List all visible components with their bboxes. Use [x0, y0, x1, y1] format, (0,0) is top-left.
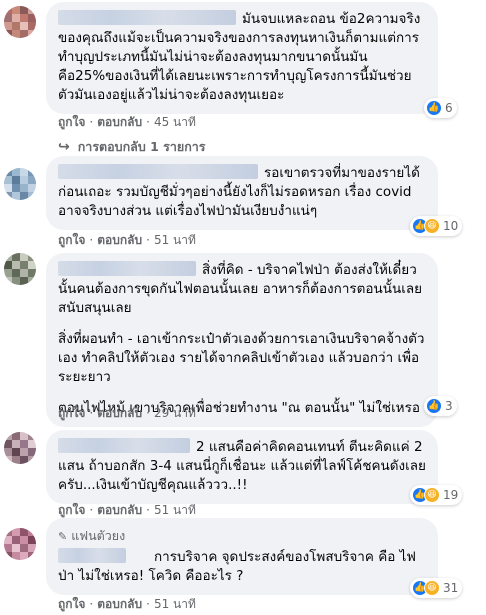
reply-button[interactable]: ตอบกลับ [97, 406, 142, 420]
reply-button[interactable]: ตอบกลับ [97, 597, 142, 611]
badge-icon: ✎ [58, 529, 68, 543]
haha-icon: 😆 [424, 580, 440, 596]
comment-actions: ถูกใจ · ตอบกลับ · 29 นาที [58, 406, 196, 420]
reactions[interactable]: 👍 6 [424, 98, 457, 118]
reaction-count: 6 [445, 101, 453, 115]
author-name[interactable] [58, 164, 258, 179]
reactions[interactable]: 👍 3 [424, 396, 457, 416]
reaction-count: 31 [443, 581, 459, 595]
replies-count-label: การตอบกลับ 1 รายการ [77, 139, 206, 154]
timestamp[interactable]: 51 นาที [154, 503, 196, 517]
comment-paragraph-2: สิ่งที่ผอนทำ - เอาเข้ากระเป๋าตัวเองด้วยก… [58, 331, 425, 385]
timestamp[interactable]: 29 นาที [154, 406, 196, 420]
avatar[interactable] [4, 168, 36, 200]
timestamp[interactable]: 51 นาที [154, 233, 196, 247]
timestamp[interactable]: 51 นาที [154, 597, 196, 611]
reaction-count: 3 [445, 399, 453, 413]
reaction-count: 10 [443, 219, 459, 233]
reply-button[interactable]: ตอบกลับ [97, 503, 142, 517]
timestamp[interactable]: 45 นาที [154, 115, 196, 129]
author-name[interactable] [58, 548, 126, 563]
like-button[interactable]: ถูกใจ [58, 503, 85, 517]
comment-actions: ถูกใจ · ตอบกลับ · 45 นาที [58, 115, 196, 129]
reaction-count: 19 [443, 488, 459, 502]
reactions[interactable]: 👍 😆 19 [410, 485, 463, 505]
avatar[interactable] [4, 6, 36, 38]
view-replies-link[interactable]: ↪ การตอบกลับ 1 รายการ [58, 137, 206, 157]
top-fan-badge: ✎ แฟนตัวยง [58, 526, 426, 546]
like-icon: 👍 [426, 100, 442, 116]
author-name[interactable] [58, 10, 236, 25]
reactions[interactable]: 👍 😆 10 [410, 216, 463, 236]
comment-actions: ถูกใจ · ตอบกลับ · 51 นาที [58, 233, 196, 247]
haha-icon: 😆 [424, 218, 440, 234]
reply-button[interactable]: ตอบกลับ [97, 233, 142, 247]
comment-bubble: ✎ แฟนตัวยง การบริจาค จุดประสงค์ของโพสบริ… [46, 518, 438, 595]
badge-label: แฟนตัวยง [71, 528, 126, 543]
comment-actions: ถูกใจ · ตอบกลับ · 51 นาที [58, 597, 196, 611]
author-name[interactable] [58, 261, 196, 276]
avatar[interactable] [4, 253, 36, 285]
avatar[interactable] [4, 528, 36, 560]
comment-bubble: สิ่งที่คิด - บริจาคไฟป่า ต้องส่งให้เดี๋ย… [46, 253, 438, 427]
haha-icon: 😆 [424, 487, 440, 503]
like-button[interactable]: ถูกใจ [58, 115, 85, 129]
like-button[interactable]: ถูกใจ [58, 406, 85, 420]
comment-bubble: 2 แสนคือค่าคิดคอนเทนท์ ตีนะคิดแค่ 2 แสน … [46, 430, 438, 504]
avatar[interactable] [4, 432, 36, 464]
author-name[interactable] [58, 438, 190, 453]
reactions[interactable]: 👍 😆 31 [410, 578, 463, 598]
like-button[interactable]: ถูกใจ [58, 597, 85, 611]
reply-arrow-icon: ↪ [58, 139, 70, 155]
like-icon: 👍 [426, 398, 442, 414]
reply-button[interactable]: ตอบกลับ [97, 115, 142, 129]
comment-bubble: รอเขาตรวจที่มาของรายได้ก่อนเถอะ รวมบัญชี… [46, 156, 438, 230]
like-button[interactable]: ถูกใจ [58, 233, 85, 247]
comment-bubble: มันจบแหละถอน ข้อ2ความจริงของคุณถึงแม้จะเ… [46, 2, 438, 114]
